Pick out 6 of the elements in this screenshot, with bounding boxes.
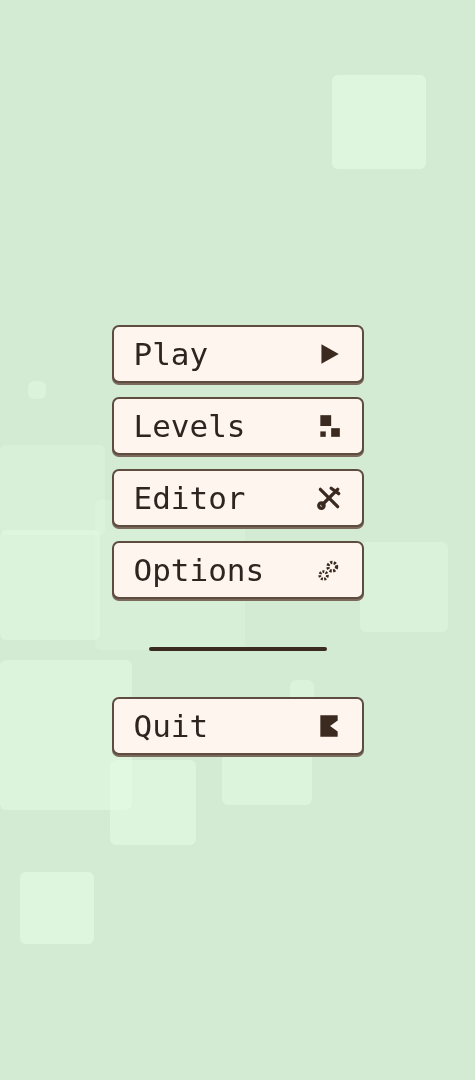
play-button[interactable]: Play (111, 325, 364, 383)
editor-button[interactable]: Editor (111, 469, 364, 527)
quit-button[interactable]: Quit (111, 697, 364, 755)
levels-button[interactable]: Levels (111, 397, 364, 455)
options-button[interactable]: Options (111, 541, 364, 599)
tools-icon (315, 485, 342, 511)
